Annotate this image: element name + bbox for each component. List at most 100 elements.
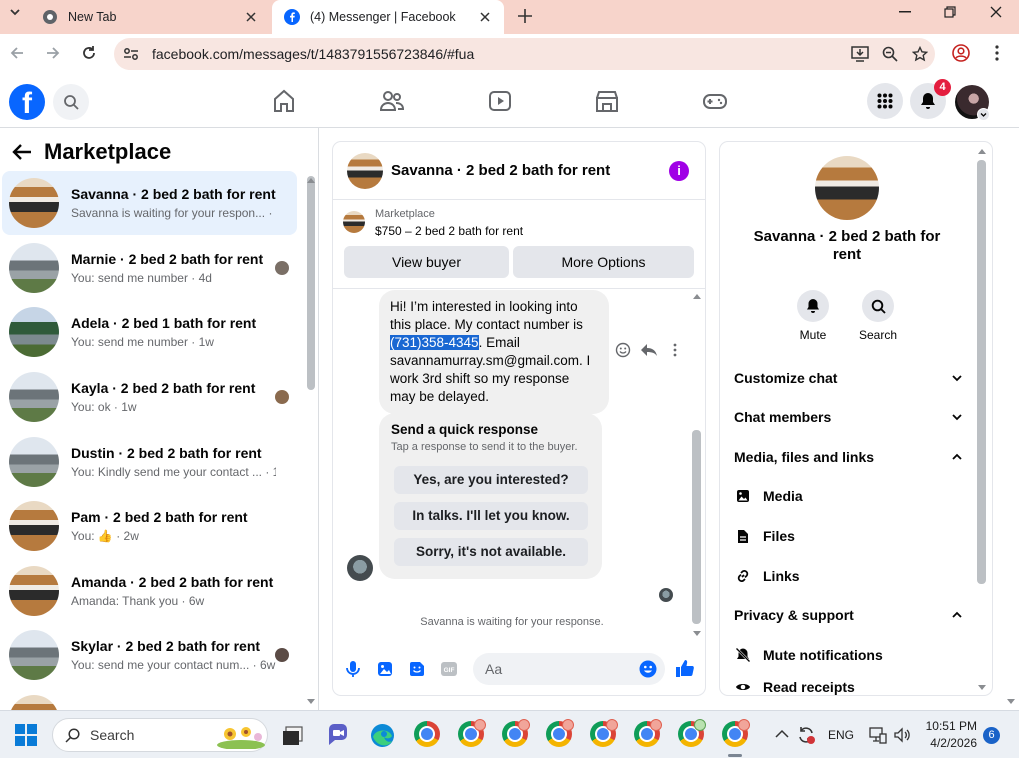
gaming-icon[interactable] — [702, 88, 728, 114]
chrome-taskbar-icon[interactable] — [414, 721, 440, 747]
scroll-up-icon[interactable] — [306, 176, 316, 184]
url-text[interactable]: facebook.com/messages/t/1483791556723846… — [152, 46, 845, 62]
notification-badge: 4 — [934, 79, 951, 96]
scroll-down-icon[interactable] — [692, 630, 702, 638]
microphone-icon[interactable] — [337, 660, 369, 678]
windows-start-icon[interactable] — [15, 724, 37, 746]
scroll-down-icon[interactable] — [306, 698, 316, 706]
friends-icon[interactable] — [379, 88, 405, 114]
menu-grid-icon[interactable] — [867, 83, 903, 119]
sync-icon[interactable] — [796, 725, 816, 745]
volume-icon[interactable] — [893, 726, 911, 744]
bookmark-star-icon[interactable] — [905, 46, 935, 62]
conversation-item[interactable]: Skylar · 2 bed 2 bath for rent You: send … — [2, 623, 297, 687]
search-icon[interactable] — [53, 84, 89, 120]
quick-reply-button[interactable]: Sorry, it's not available. — [394, 538, 588, 566]
sidebar-scrollbar[interactable] — [307, 176, 315, 390]
scroll-up-icon[interactable] — [692, 292, 702, 300]
react-emoji-icon[interactable] — [615, 342, 631, 358]
item-label: Files — [763, 528, 795, 544]
facebook-logo[interactable]: f — [9, 84, 45, 120]
tab-search-chevron-icon[interactable] — [6, 3, 24, 21]
network-icon[interactable] — [869, 726, 887, 744]
quick-reply-button[interactable]: Yes, are you interested? — [394, 466, 588, 494]
gif-icon[interactable]: GIF — [433, 661, 465, 677]
close-tab-icon[interactable] — [244, 10, 258, 24]
message-input[interactable]: Aa — [473, 653, 665, 685]
more-options-button[interactable]: More Options — [513, 246, 694, 278]
more-icon[interactable] — [667, 342, 683, 358]
back-arrow-icon[interactable] — [12, 143, 32, 161]
scroll-down-icon[interactable] — [977, 684, 987, 692]
restore-icon[interactable] — [937, 3, 963, 21]
zoom-icon[interactable] — [875, 46, 905, 62]
close-window-icon[interactable] — [983, 3, 1009, 21]
tray-chevron-up-icon[interactable] — [775, 729, 789, 739]
forward-arrow-icon[interactable] — [42, 42, 64, 64]
mute-button[interactable]: Mute — [783, 290, 843, 342]
details-avatar[interactable] — [815, 156, 879, 220]
back-arrow-icon[interactable] — [6, 42, 28, 64]
address-bar[interactable]: facebook.com/messages/t/1483791556723846… — [114, 38, 935, 70]
conversation-item[interactable]: Dustin · 2 bed 2 bath for rent You: Kindl… — [2, 430, 297, 494]
browser-menu-icon[interactable] — [986, 42, 1008, 64]
view-buyer-button[interactable]: View buyer — [344, 246, 509, 278]
conversation-item[interactable]: April · 2 bed 2 bath for rent — [2, 688, 297, 710]
links-item[interactable]: Links — [734, 568, 800, 584]
home-icon[interactable] — [271, 88, 297, 114]
new-tab-plus-icon[interactable] — [515, 6, 535, 26]
conversation-item[interactable]: Marnie · 2 bed 2 bath for rent You: send … — [2, 236, 297, 300]
system-clock[interactable]: 10:51 PM 4/2/2026 — [917, 718, 977, 752]
reply-icon[interactable] — [640, 342, 658, 358]
marketplace-icon[interactable] — [594, 88, 620, 114]
files-item[interactable]: Files — [734, 528, 795, 544]
media-item[interactable]: Media — [734, 488, 803, 504]
tab-new-tab[interactable]: New Tab — [30, 0, 270, 34]
profile-icon[interactable] — [950, 42, 972, 64]
reload-icon[interactable] — [78, 42, 100, 64]
scroll-up-icon[interactable] — [977, 147, 987, 155]
mute-notifications-item[interactable]: Mute notifications — [734, 647, 883, 663]
notification-count-badge[interactable]: 6 — [983, 727, 1000, 744]
sticker-icon[interactable] — [401, 661, 433, 677]
chat-members-section[interactable]: Chat members — [734, 409, 962, 425]
teams-chat-icon[interactable] — [326, 723, 350, 747]
customize-chat-section[interactable]: Customize chat — [734, 370, 962, 386]
conversation-item[interactable]: Adela · 2 bed 1 bath for rent You: send m… — [2, 300, 297, 364]
chat-avatar[interactable] — [347, 152, 383, 189]
sender-avatar[interactable] — [347, 555, 373, 581]
video-icon[interactable] — [487, 88, 513, 114]
conversation-item[interactable]: Kayla · 2 bed 2 bath for rent You: ok · 1… — [2, 365, 297, 429]
conversation-item[interactable]: Pam · 2 bed 2 bath for rent You: 👍 · 2w — [2, 494, 297, 558]
close-tab-icon[interactable] — [478, 10, 492, 24]
minimize-icon[interactable] — [892, 3, 918, 21]
taskbar-search[interactable]: Search — [52, 718, 268, 752]
details-scrollbar[interactable] — [977, 160, 986, 584]
chat-title[interactable]: Savanna · 2 bed 2 bath for rent — [391, 162, 669, 179]
conversation-text: Dustin · 2 bed 2 bath for rent You: Kindl… — [71, 445, 276, 479]
language-indicator[interactable]: ENG — [828, 728, 854, 742]
emoji-icon[interactable] — [639, 660, 657, 678]
quick-reply-button[interactable]: In talks. I'll let you know. — [394, 502, 588, 530]
privacy-support-section[interactable]: Privacy & support — [734, 607, 962, 623]
account-chevron-icon[interactable] — [977, 108, 990, 121]
task-view-icon[interactable] — [282, 726, 304, 746]
listing-thumbnail[interactable] — [343, 211, 365, 233]
seen-avatar — [275, 390, 289, 404]
photo-icon[interactable] — [369, 661, 401, 677]
site-info-icon[interactable] — [120, 43, 142, 65]
seen-avatar — [275, 648, 289, 662]
like-thumb-icon[interactable] — [675, 658, 695, 678]
media-files-links-section[interactable]: Media, files and links — [734, 449, 962, 465]
page-scroll-down-icon[interactable] — [1006, 698, 1016, 706]
chat-scrollbar[interactable] — [692, 430, 701, 624]
edge-icon[interactable] — [370, 723, 395, 748]
listing-title[interactable]: $750 – 2 bed 2 bath for rent — [375, 224, 523, 238]
info-icon[interactable]: i — [669, 160, 689, 181]
search-in-chat-button[interactable]: Search — [848, 290, 908, 342]
install-app-icon[interactable] — [845, 46, 875, 62]
read-receipts-item[interactable]: Read receipts — [734, 679, 855, 695]
conversation-item[interactable]: Amanda · 2 bed 2 bath for rent Amanda: Th… — [2, 559, 297, 623]
tab-messenger[interactable]: (4) Messenger | Facebook — [272, 0, 504, 34]
conversation-item[interactable]: Savanna · 2 bed 2 bath for rent Savanna i… — [2, 171, 297, 235]
